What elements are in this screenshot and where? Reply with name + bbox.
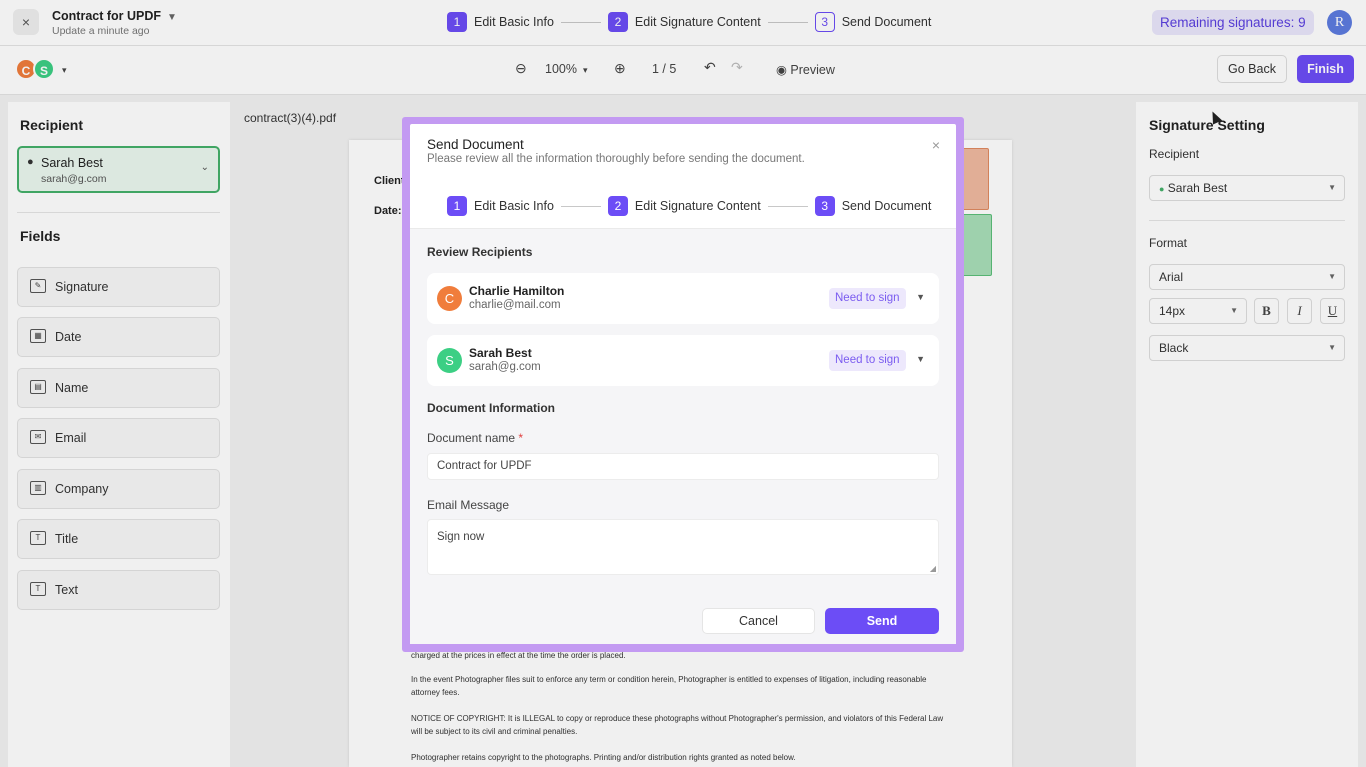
document-name-input[interactable]: Contract for UPDF [427,453,939,480]
email-message-value: Sign now [437,531,485,543]
chevron-down-icon[interactable]: ▼ [916,354,925,364]
send-button[interactable]: Send [825,608,939,634]
step-1-number: 1 [447,196,467,216]
avatar: C [437,286,462,311]
resize-grip-icon[interactable]: ◢ [930,564,936,573]
step-connector [560,205,601,207]
modal-stepper: 1 Edit Basic Info 2 Edit Signature Conte… [447,196,931,216]
recipient-name: Charlie Hamilton [469,284,565,298]
close-icon[interactable]: × [932,137,940,153]
modal-subtitle: Please review all the information thorou… [427,153,805,165]
step-2-number: 2 [607,196,628,216]
modal-title: Send Document [427,137,524,152]
recipient-email: charlie@mail.com [469,299,561,311]
step-3-label: Send Document [841,199,932,213]
step-2-label: Edit Signature Content [634,199,761,213]
review-recipients-heading: Review Recipients [427,245,533,259]
document-name-label-text: Document name [427,431,516,445]
recipient-card: S Sarah Best sarah@g.com Need to sign ▼ [427,335,939,386]
role-dropdown[interactable]: Need to sign [829,350,906,371]
step-connector [767,205,808,207]
step-1-label: Edit Basic Info [474,199,554,213]
step-3-number: 3 [814,196,835,216]
send-document-modal: Send Document Please review all the info… [410,124,956,644]
recipient-email: sarah@g.com [469,361,541,373]
email-message-textarea[interactable]: Sign now ◢ [427,519,939,575]
document-name-label: Document name * [427,431,523,445]
avatar: S [437,348,462,373]
required-mark: * [518,431,524,445]
chevron-down-icon[interactable]: ▼ [916,292,925,302]
recipient-name: Sarah Best [469,346,532,360]
email-message-label: Email Message [427,498,510,512]
cancel-button[interactable]: Cancel [702,608,815,634]
recipient-card: C Charlie Hamilton charlie@mail.com Need… [427,273,939,324]
divider [410,228,956,229]
document-information-heading: Document Information [427,401,555,415]
role-dropdown[interactable]: Need to sign [829,288,906,309]
